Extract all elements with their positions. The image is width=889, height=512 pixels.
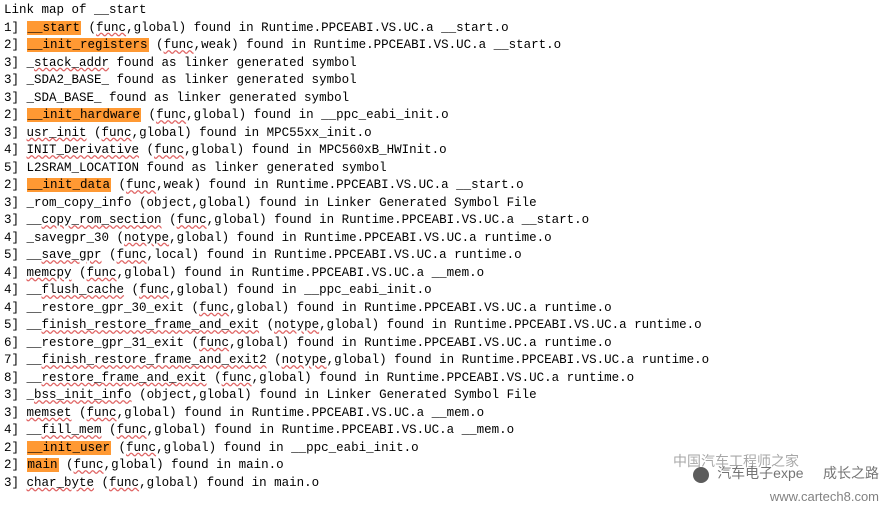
map-line: 4] _savegpr_30 (notype,global) found in … — [4, 230, 889, 248]
map-line: 3] _bss_init_info (object,global) found … — [4, 387, 889, 405]
underlined-token: finish_restore_frame_and_exit — [42, 318, 260, 332]
underlined-token: fill_mem — [42, 423, 102, 437]
title-line: Link map of __start — [4, 2, 889, 20]
underlined-token: func — [96, 21, 126, 35]
map-line: 3] _SDA2_BASE_ found as linker generated… — [4, 72, 889, 90]
map-line: 3] _SDA_BASE_ found as linker generated … — [4, 90, 889, 108]
highlight-symbol: __start — [27, 21, 82, 35]
watermark-text2: 成长之路 — [823, 465, 879, 481]
map-line: 3] _rom_copy_info (object,global) found … — [4, 195, 889, 213]
link-map: Link map of __start 1] __start (func,glo… — [4, 2, 889, 492]
underlined-token: notype — [124, 231, 169, 245]
underlined-token: func — [139, 283, 169, 297]
underlined-token: finish_restore_frame_and_exit2 — [42, 353, 267, 367]
underlined-token: func — [154, 143, 184, 157]
underlined-token: func — [117, 248, 147, 262]
map-line: 6] __restore_gpr_31_exit (func,global) f… — [4, 335, 889, 353]
map-line: 4] __flush_cache (func,global) found in … — [4, 282, 889, 300]
underlined-token: func — [177, 213, 207, 227]
underlined-token: stack_addr — [34, 56, 109, 70]
underlined-token: func — [126, 178, 156, 192]
watermark-text1: 汽车电子expe — [717, 465, 803, 481]
map-line: 4] __fill_mem (func,global) found in Run… — [4, 422, 889, 440]
underlined-token: INIT_Derivative — [27, 143, 140, 157]
highlight-symbol: __init_user — [27, 441, 112, 455]
map-line: 4] memcpy (func,global) found in Runtime… — [4, 265, 889, 283]
map-line: 8] __restore_frame_and_exit (func,global… — [4, 370, 889, 388]
underlined-token: func — [74, 458, 104, 472]
watermark-url: www.cartech8.com — [770, 488, 879, 506]
underlined-token: restore_frame_and_exit — [42, 371, 207, 385]
map-line: 5] __finish_restore_frame_and_exit (noty… — [4, 317, 889, 335]
underlined-token: func — [156, 108, 186, 122]
map-line: 3] _stack_addr found as linker generated… — [4, 55, 889, 73]
underlined-token: char_byte — [27, 476, 95, 490]
underlined-token: func — [199, 301, 229, 315]
underlined-token: usr_init — [27, 126, 87, 140]
highlight-symbol: __init_data — [27, 178, 112, 192]
underlined-token: func — [102, 126, 132, 140]
underlined-token: memset — [27, 406, 72, 420]
underlined-token: func — [87, 266, 117, 280]
map-line: 2] __init_data (func,weak) found in Runt… — [4, 177, 889, 195]
map-line: 3] __copy_rom_section (func,global) foun… — [4, 212, 889, 230]
underlined-token: func — [109, 476, 139, 490]
highlight-symbol: __init_registers — [27, 38, 149, 52]
underlined-token: notype — [282, 353, 327, 367]
watermark: 汽车电子expe 成长之路 — [693, 464, 879, 484]
underlined-token: copy_rom_section — [42, 213, 162, 227]
underlined-token: func — [164, 38, 194, 52]
wechat-icon — [693, 467, 709, 483]
underlined-token: func — [126, 441, 156, 455]
underlined-token: flush_cache — [42, 283, 125, 297]
map-line: 2] __init_registers (func,weak) found in… — [4, 37, 889, 55]
map-line: 1] __start (func,global) found in Runtim… — [4, 20, 889, 38]
map-line: 4] INIT_Derivative (func,global) found i… — [4, 142, 889, 160]
underlined-token: func — [87, 406, 117, 420]
underlined-token: bss_init_info — [34, 388, 132, 402]
map-line: 3] usr_init (func,global) found in MPC55… — [4, 125, 889, 143]
map-line: 5] __save_gpr (func,local) found in Runt… — [4, 247, 889, 265]
underlined-token: notype — [274, 318, 319, 332]
underlined-token: func — [222, 371, 252, 385]
highlight-symbol: __init_hardware — [27, 108, 142, 122]
map-line: 3] memset (func,global) found in Runtime… — [4, 405, 889, 423]
map-line: 7] __finish_restore_frame_and_exit2 (not… — [4, 352, 889, 370]
underlined-token: memcpy — [27, 266, 72, 280]
map-line: 5] L2SRAM_LOCATION found as linker gener… — [4, 160, 889, 178]
map-line: 4] __restore_gpr_30_exit (func,global) f… — [4, 300, 889, 318]
underlined-token: func — [117, 423, 147, 437]
underlined-token: save_gpr — [42, 248, 102, 262]
map-line: 2] __init_hardware (func,global) found i… — [4, 107, 889, 125]
highlight-symbol: main — [27, 458, 59, 472]
underlined-token: func — [199, 336, 229, 350]
